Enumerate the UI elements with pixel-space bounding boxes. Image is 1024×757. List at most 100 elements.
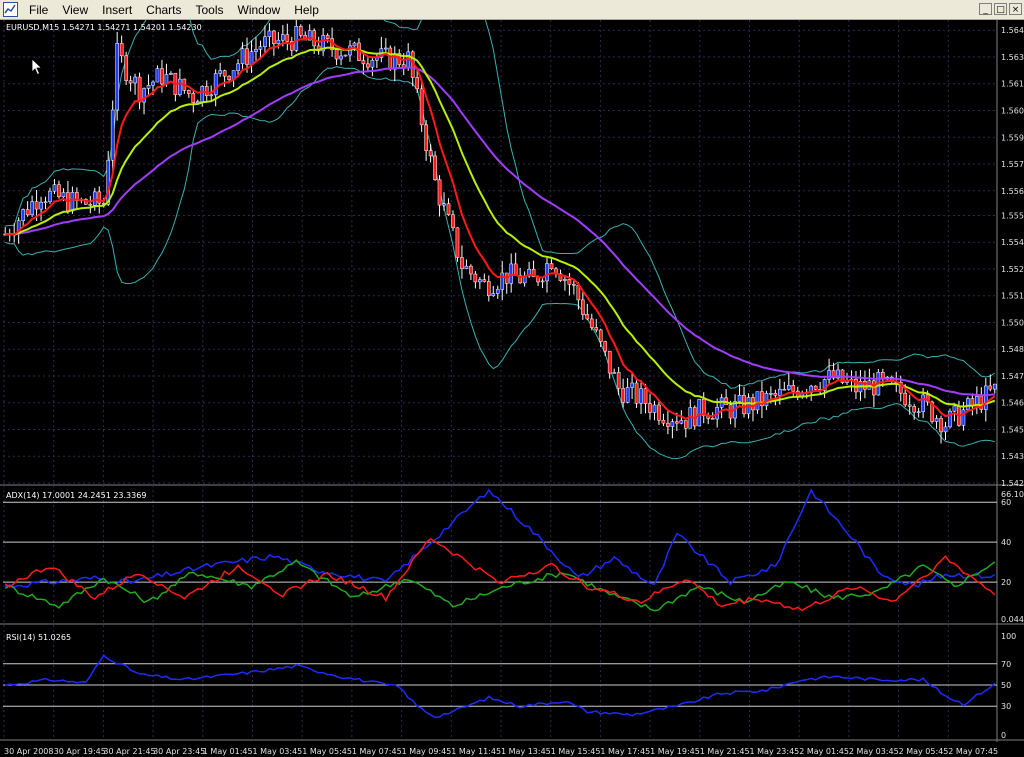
candle[interactable] — [366, 57, 370, 71]
chart-canvas[interactable]: 30 Apr 2008 30 Apr 19:4530 Apr 21:4530 Ap… — [0, 20, 1024, 757]
candle[interactable] — [648, 393, 652, 420]
candle[interactable] — [957, 400, 961, 427]
candle[interactable] — [267, 23, 272, 48]
candle[interactable] — [137, 72, 142, 110]
candle[interactable] — [943, 421, 948, 440]
candle[interactable] — [652, 400, 657, 421]
candle[interactable] — [934, 415, 939, 429]
menu-charts[interactable]: Charts — [139, 0, 188, 20]
candle[interactable] — [572, 279, 576, 295]
candle[interactable] — [110, 100, 115, 171]
candle[interactable] — [482, 273, 487, 283]
candle[interactable] — [836, 363, 840, 382]
candle[interactable] — [88, 195, 93, 214]
candle[interactable] — [124, 51, 128, 86]
candle[interactable] — [612, 368, 616, 374]
candle[interactable] — [742, 386, 746, 418]
candle[interactable] — [66, 181, 70, 214]
candle[interactable] — [285, 23, 290, 51]
candle[interactable] — [43, 196, 48, 209]
candle[interactable] — [607, 350, 612, 379]
candle[interactable] — [666, 411, 670, 435]
candle[interactable] — [146, 74, 151, 96]
candle[interactable] — [339, 50, 343, 66]
adx-panel[interactable] — [3, 488, 997, 612]
candle[interactable] — [513, 252, 518, 276]
candle[interactable] — [289, 36, 294, 57]
close-button[interactable]: × — [1009, 3, 1022, 15]
restore-button[interactable]: □ — [994, 3, 1007, 15]
candle[interactable] — [491, 285, 496, 297]
candle[interactable] — [348, 40, 352, 62]
candle[interactable] — [992, 383, 997, 394]
candle[interactable] — [697, 398, 702, 427]
candle[interactable] — [155, 65, 160, 83]
candle[interactable] — [334, 47, 339, 65]
candle[interactable] — [581, 292, 585, 320]
candle[interactable] — [433, 151, 437, 181]
candle[interactable] — [343, 54, 348, 57]
candle[interactable] — [939, 415, 943, 444]
candle[interactable] — [827, 358, 831, 385]
candle[interactable] — [272, 30, 276, 56]
candle[interactable] — [495, 285, 500, 299]
candle[interactable] — [57, 180, 61, 199]
candle[interactable] — [392, 46, 397, 82]
candle[interactable] — [455, 227, 460, 262]
candle[interactable] — [670, 418, 675, 439]
candle[interactable] — [486, 275, 491, 302]
candle[interactable] — [133, 73, 137, 95]
candle[interactable] — [907, 394, 912, 415]
candle[interactable] — [384, 38, 388, 54]
candle[interactable] — [598, 328, 603, 348]
candle[interactable] — [451, 210, 455, 231]
candle[interactable] — [437, 175, 442, 217]
candle[interactable] — [988, 374, 993, 392]
candle[interactable] — [446, 198, 451, 216]
candle[interactable] — [594, 318, 599, 333]
candle[interactable] — [428, 144, 433, 163]
candle[interactable] — [186, 89, 191, 98]
candle[interactable] — [970, 393, 975, 416]
candle[interactable] — [119, 35, 124, 63]
candle[interactable] — [258, 40, 263, 58]
candle[interactable] — [657, 399, 661, 425]
candle[interactable] — [294, 20, 299, 53]
candle[interactable] — [370, 57, 375, 77]
candle[interactable] — [639, 380, 643, 414]
candle[interactable] — [554, 266, 558, 278]
candle[interactable] — [204, 80, 209, 101]
candle[interactable] — [25, 201, 30, 217]
candle[interactable] — [464, 259, 469, 270]
candle[interactable] — [218, 62, 222, 77]
candle[interactable] — [222, 69, 227, 88]
candle[interactable] — [760, 381, 764, 419]
candle[interactable] — [460, 245, 464, 279]
candle[interactable] — [975, 386, 979, 415]
candle[interactable] — [522, 271, 527, 287]
price-panel[interactable] — [3, 20, 997, 460]
menu-tools[interactable]: Tools — [189, 0, 231, 20]
candle[interactable] — [240, 42, 245, 69]
candle[interactable] — [589, 313, 594, 331]
candle[interactable] — [191, 89, 196, 113]
candle[interactable] — [169, 71, 173, 75]
candle[interactable] — [473, 271, 478, 289]
candle[interactable] — [469, 264, 473, 280]
candle[interactable] — [30, 195, 34, 217]
candle[interactable] — [630, 373, 634, 399]
candle[interactable] — [737, 384, 742, 405]
candle[interactable] — [39, 196, 43, 221]
candle[interactable] — [160, 59, 164, 93]
candle[interactable] — [540, 277, 545, 289]
candle[interactable] — [585, 303, 590, 321]
candle[interactable] — [948, 408, 952, 429]
candle[interactable] — [719, 394, 724, 419]
candle[interactable] — [916, 407, 921, 418]
candle[interactable] — [48, 187, 52, 204]
candle[interactable] — [983, 378, 988, 422]
menu-window[interactable]: Window — [231, 0, 288, 20]
candle[interactable] — [173, 72, 178, 102]
candle[interactable] — [115, 31, 119, 121]
menu-help[interactable]: Help — [287, 0, 326, 20]
